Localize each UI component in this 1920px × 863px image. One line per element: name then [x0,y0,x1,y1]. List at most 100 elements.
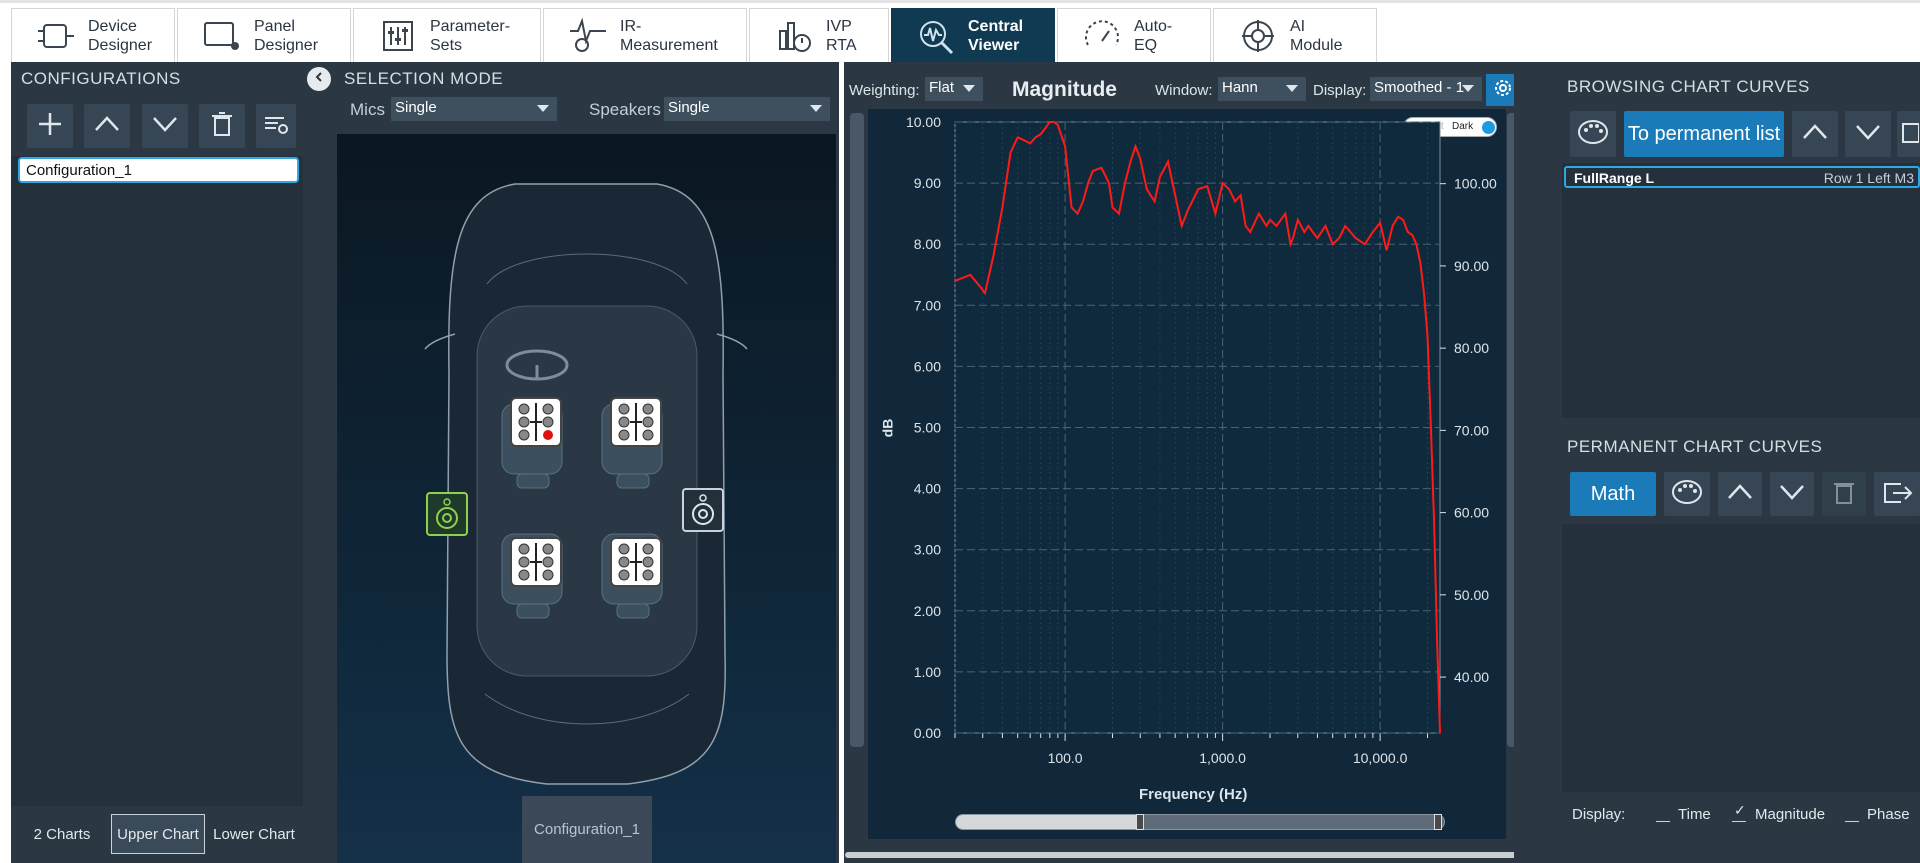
mic-array-icon [618,403,654,441]
mic-array-front-right[interactable] [610,397,662,447]
theme-toggle[interactable]: Light Dark [1403,117,1497,137]
configuration-settings-button[interactable] [256,104,296,148]
chevron-down-icon [963,85,975,92]
tab-device-designer[interactable]: Device Designer [11,8,175,63]
tab-label: AI Module [1290,18,1343,54]
plot-background [868,109,1506,839]
browse-export-button[interactable] [1897,111,1920,157]
mic-array-rear-right[interactable] [610,537,662,587]
list-settings-icon [262,110,290,143]
chevron-down-icon [537,105,549,112]
device-designer-icon [34,16,78,56]
weighting-value: Flat [929,79,955,96]
tab-label: IVP RTA [826,18,857,54]
slider-handle-left[interactable] [1136,814,1144,830]
tab-label: Upper Chart [117,825,199,843]
browse-up-button[interactable] [1792,111,1838,157]
palette-icon [1577,118,1609,151]
speakers-select[interactable]: Single [664,97,830,121]
move-down-button[interactable] [142,104,188,148]
to-permanent-list-button[interactable]: To permanent list [1624,111,1784,157]
chevron-up-icon [1726,478,1754,511]
mic-array-rear-left[interactable] [510,537,562,587]
tab-auto-eq[interactable]: Auto- EQ [1057,8,1211,63]
panel-designer-icon [200,16,244,56]
tab-central-viewer[interactable]: Central Viewer [891,8,1055,63]
display-options: Display: Time ✓ Magnitude Phase [1562,800,1920,830]
time-checkbox[interactable] [1656,808,1670,822]
window-select[interactable]: Hann [1218,77,1306,101]
palette-icon [1671,478,1703,511]
chevron-down-icon [1286,85,1298,92]
curve-list-item[interactable]: FullRange L Row 1 Left M3 [1564,166,1920,188]
chevron-up-icon [1801,118,1829,151]
magnitude-checkbox[interactable]: ✓ [1732,802,1746,822]
speakers-value: Single [668,99,710,116]
delete-configuration-button[interactable] [199,104,245,148]
tab-label: IR- Measurement [620,18,718,54]
add-configuration-button[interactable] [27,104,73,148]
active-configuration-tab[interactable]: Configuration_1 [522,796,652,863]
chevron-down-icon [151,110,179,143]
permanent-down-button[interactable] [1770,472,1814,516]
x-range-slider[interactable] [955,814,1445,830]
speaker-right[interactable] [682,488,724,532]
window-value: Hann [1222,79,1258,96]
trash-icon [208,110,236,143]
browsing-title: BROWSING CHART CURVES [1567,77,1810,96]
window-label: Window: [1155,82,1213,99]
chart-layout-tabs: 2 Charts Upper Chart Lower Chart [15,812,303,855]
display-mode-select[interactable]: Smoothed - 1 [1370,77,1482,101]
move-up-button[interactable] [84,104,130,148]
tab-upper-chart[interactable]: Upper Chart [111,814,205,854]
chevron-up-icon [93,110,121,143]
tab-lower-chart[interactable]: Lower Chart [207,814,301,854]
trash-icon [1830,478,1858,511]
active-configuration-label: Configuration_1 [534,821,640,838]
slider-handle-right[interactable] [1434,814,1442,830]
mic-array-icon [618,543,654,581]
speaker-icon [692,494,714,525]
phase-checkbox[interactable] [1845,808,1859,822]
theme-light-label: Light [1422,121,1444,132]
toggle-off-dot [1409,122,1420,133]
tab-ir-measurement[interactable]: IR- Measurement [543,8,747,63]
permanent-export-button[interactable] [1874,472,1920,516]
mics-select[interactable]: Single [391,97,557,121]
speaker-left[interactable] [426,492,468,536]
tab-label: Device Designer [88,18,153,54]
configuration-item[interactable]: Configuration_1 [18,157,299,183]
to-permanent-label: To permanent list [1627,122,1781,145]
tab-2-charts[interactable]: 2 Charts [15,814,109,854]
mic-array-front-left[interactable] [510,397,562,447]
tab-label: Auto- EQ [1134,18,1173,54]
checkmark-icon: ✓ [1734,802,1746,818]
permanent-palette-button[interactable] [1664,472,1710,516]
tab-label: 2 Charts [33,825,91,843]
mics-label: Mics [350,100,385,119]
ivp-rta-icon [772,16,816,56]
browse-palette-button[interactable] [1570,111,1616,157]
ai-module-icon [1236,16,1280,56]
permanent-up-button[interactable] [1718,472,1762,516]
tab-ai-module[interactable]: AI Module [1213,8,1377,63]
permanent-title: PERMANENT CHART CURVES [1567,437,1823,456]
auto-eq-icon [1080,16,1124,56]
math-button[interactable]: Math [1570,472,1656,516]
collapse-left-button[interactable] [307,67,331,91]
permanent-delete-button[interactable] [1822,472,1866,516]
y-range-slider-left[interactable] [850,113,864,747]
curve-info: Row 1 Left M3 [1823,170,1914,186]
display-options-label: Display: [1572,806,1626,823]
display-mode-label: Display: [1313,82,1367,99]
tab-ivp-rta[interactable]: IVP RTA [749,8,889,63]
weighting-select[interactable]: Flat [925,77,983,101]
tab-panel-designer[interactable]: Panel Designer [177,8,351,63]
parameter-sets-icon [376,16,420,56]
browse-down-button[interactable] [1845,111,1891,157]
permanent-curves-list [1562,524,1920,792]
chevron-down-icon [1854,118,1882,151]
tab-parameter-sets[interactable]: Parameter- Sets [353,8,541,63]
central-viewer-icon [914,16,958,56]
chevron-down-icon [1462,85,1474,92]
